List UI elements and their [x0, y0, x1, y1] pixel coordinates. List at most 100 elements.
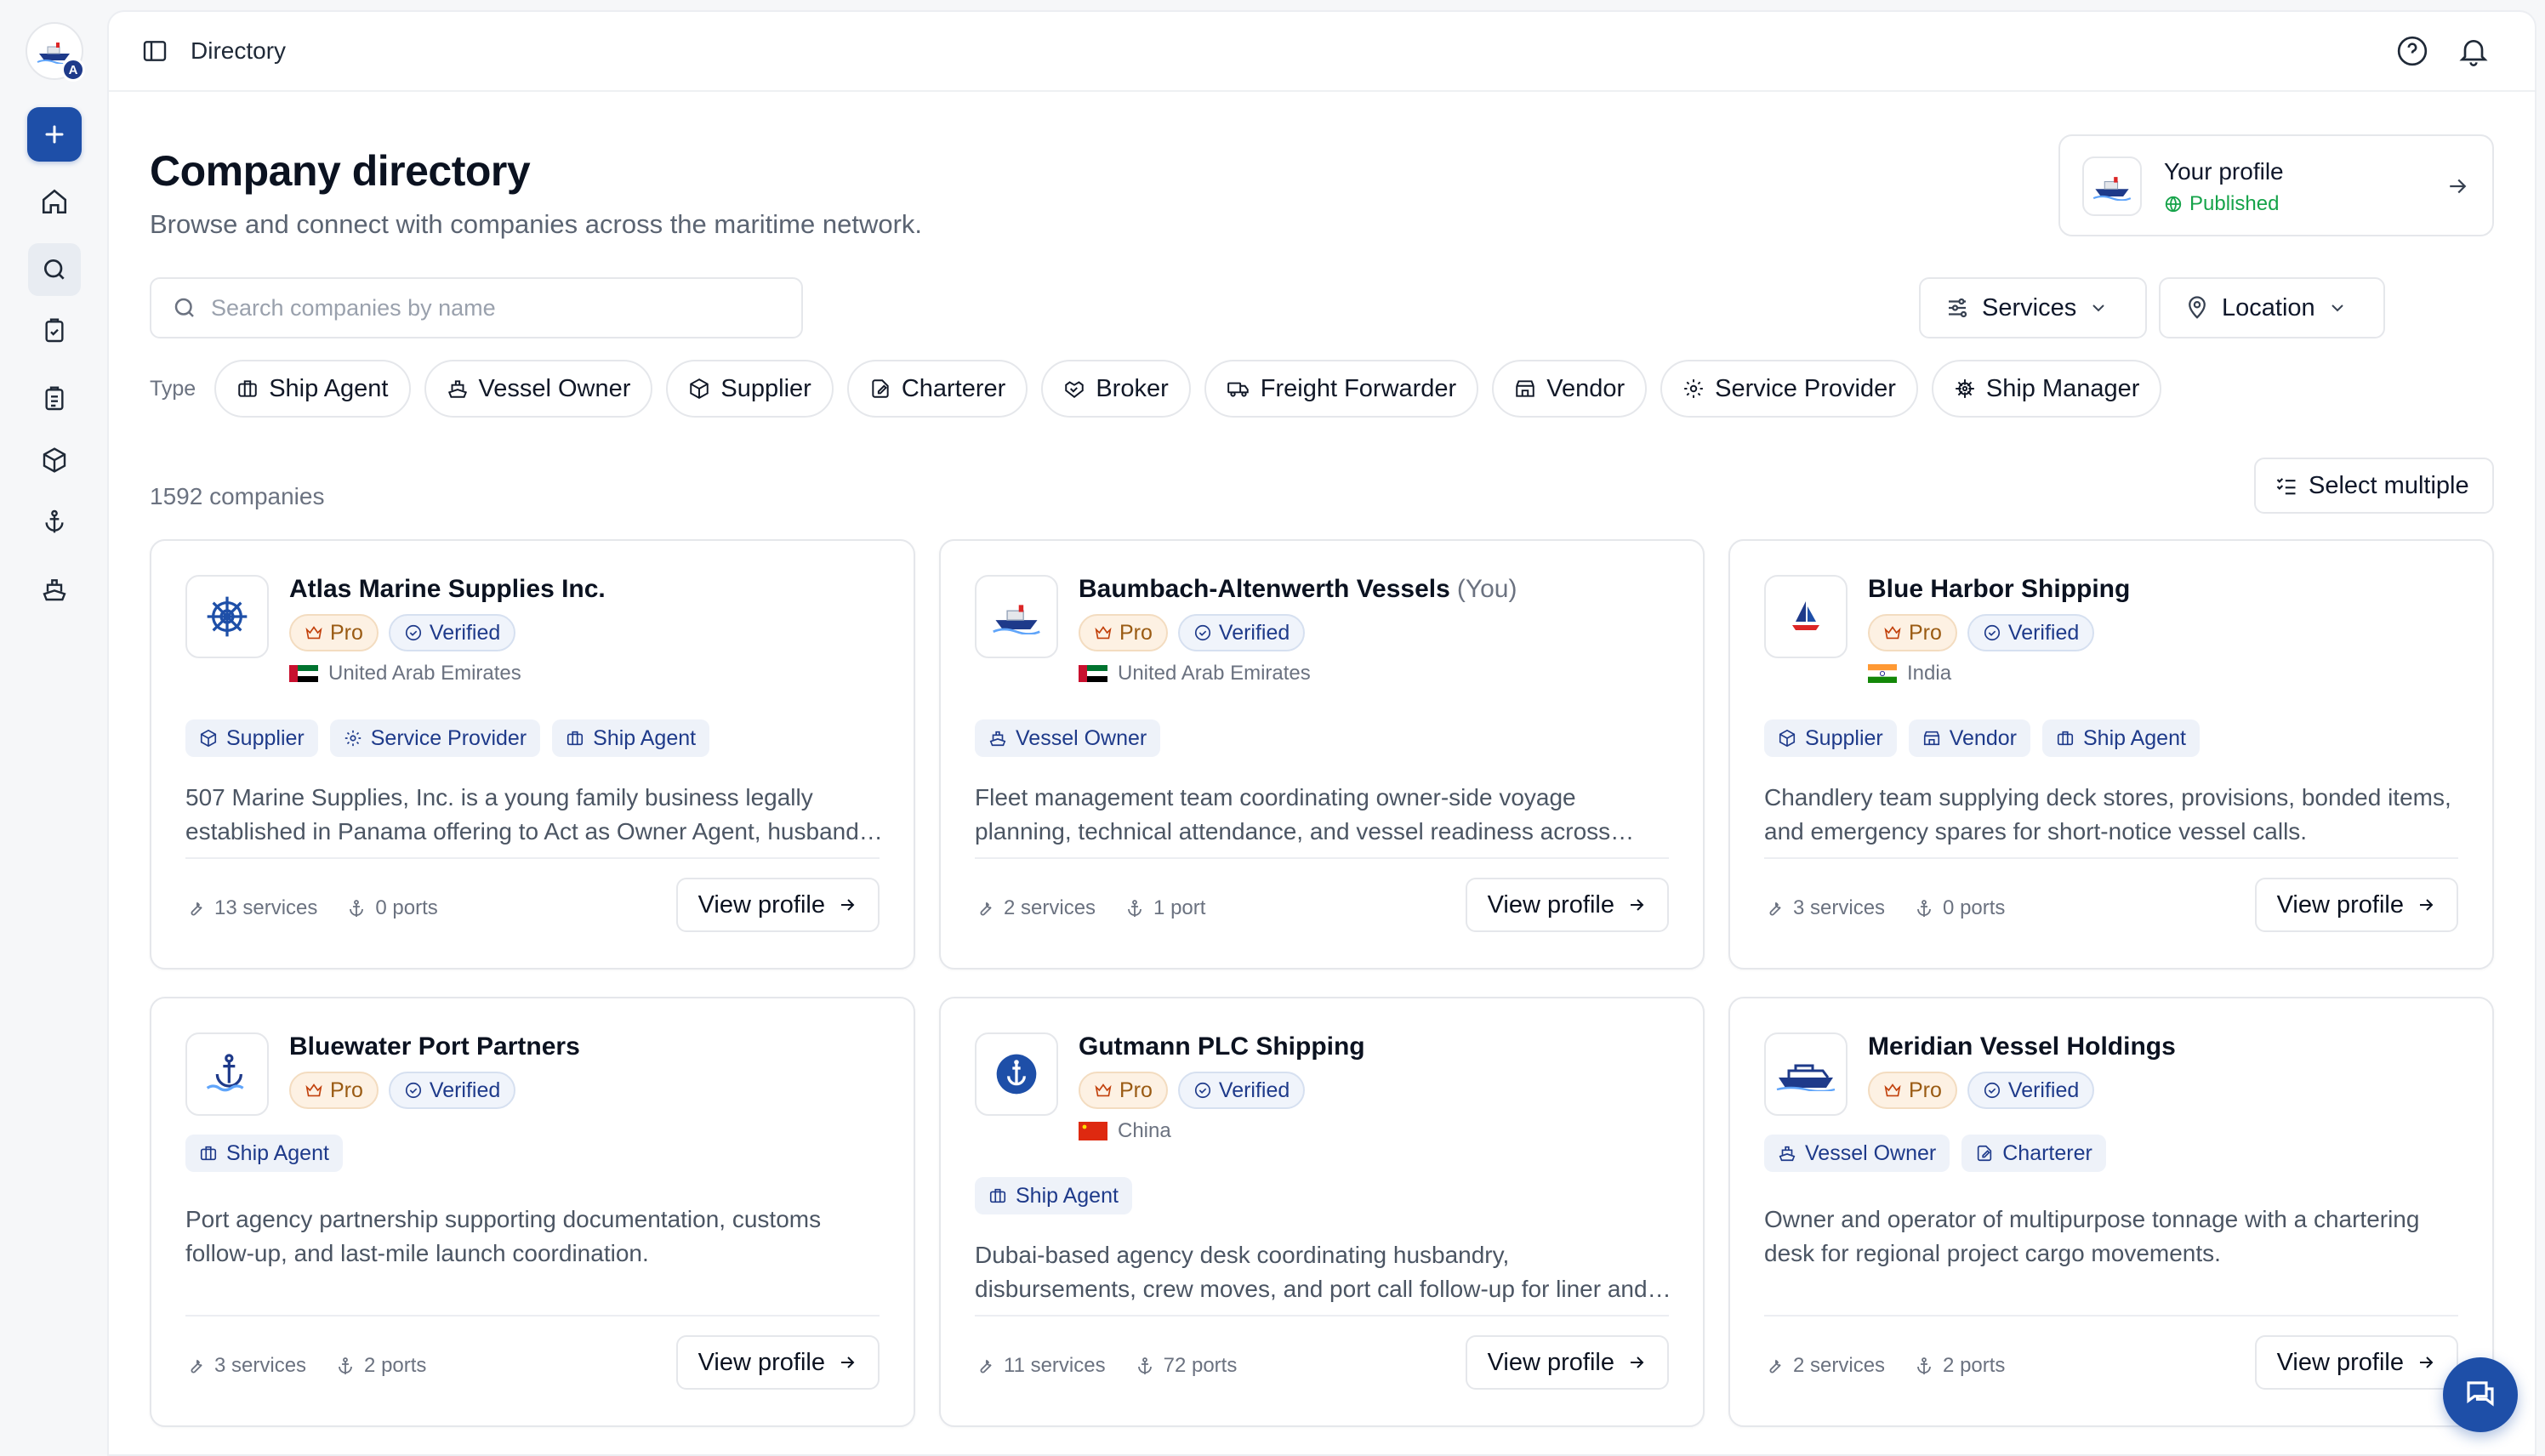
- sidebar-toggle-button[interactable]: [141, 37, 168, 65]
- card-divider: [975, 1315, 1669, 1317]
- pro-badge: Pro: [1079, 614, 1168, 651]
- select-multiple-button[interactable]: Select multiple: [2254, 458, 2494, 514]
- view-profile-button[interactable]: View profile: [2254, 878, 2458, 932]
- results-count: 1592 companies: [150, 483, 325, 509]
- ship-icon: [447, 380, 467, 398]
- company-name: Baumbach-Altenwerth Vessels (You): [1079, 575, 1517, 603]
- crown-icon: [305, 626, 322, 640]
- type-chip-label: Broker: [1096, 374, 1169, 402]
- pro-badge: Pro: [1079, 1072, 1168, 1109]
- pro-badge: Pro: [1868, 614, 1957, 651]
- verified-badge: Verified: [1967, 614, 2095, 651]
- card-divider: [185, 1315, 880, 1317]
- type-chip-supplier[interactable]: Supplier: [666, 360, 834, 418]
- nav-ports[interactable]: [28, 495, 81, 548]
- location-filter-button[interactable]: Location: [2159, 277, 2385, 338]
- company-meta: 3 services 0 ports: [1764, 896, 2005, 920]
- create-button[interactable]: [27, 107, 82, 162]
- type-chip-ship-agent[interactable]: Ship Agent: [214, 360, 411, 418]
- type-chip-ship-manager[interactable]: Ship Manager: [1931, 360, 2162, 418]
- help-circle-icon: [2397, 36, 2428, 66]
- workspace-avatar[interactable]: A: [26, 22, 85, 82]
- your-profile-card[interactable]: Your profile Published: [2058, 134, 2494, 236]
- services-count: 3 services: [185, 1354, 306, 1378]
- company-description: Port agency partnership supporting docum…: [185, 1206, 822, 1266]
- company-card[interactable]: Blue Harbor Shipping Pro Verified India …: [1728, 539, 2494, 970]
- profile-status: Published: [2164, 192, 2279, 216]
- company-card[interactable]: Gutmann PLC Shipping Pro Verified China …: [939, 997, 1705, 1427]
- view-profile-label: View profile: [697, 890, 825, 919]
- nav-products[interactable]: [28, 434, 81, 486]
- company-meta: 11 services 72 ports: [975, 1354, 1237, 1378]
- anchor-icon: [1917, 1357, 1931, 1374]
- tag-ship-agent: Ship Agent: [552, 719, 710, 757]
- globe-icon: [2165, 196, 2182, 213]
- view-profile-button[interactable]: View profile: [675, 1335, 880, 1390]
- chat-button[interactable]: [2443, 1357, 2518, 1432]
- ship-wheel-icon: [1956, 379, 1974, 398]
- type-chip-service-provider[interactable]: Service Provider: [1660, 360, 1918, 418]
- type-chip-vessel-owner[interactable]: Vessel Owner: [424, 360, 653, 418]
- company-country: United Arab Emirates: [1079, 662, 1311, 685]
- company-card[interactable]: Atlas Marine Supplies Inc. Pro Verified …: [150, 539, 915, 970]
- gear-icon: [344, 730, 361, 747]
- company-card[interactable]: Meridian Vessel Holdings Pro Verified Ve…: [1728, 997, 2494, 1427]
- tag-ship-agent: Ship Agent: [975, 1177, 1132, 1214]
- anchor-icon: [45, 509, 64, 533]
- briefcase-icon: [238, 380, 257, 397]
- ship-logo-icon: [2092, 177, 2132, 201]
- company-card[interactable]: Baumbach-Altenwerth Vessels (You) Pro Ver…: [939, 539, 1705, 970]
- nav-vessels[interactable]: [28, 563, 81, 616]
- company-card[interactable]: Bluewater Port Partners Pro Verified Shi…: [150, 997, 915, 1427]
- company-meta: 2 services 1 port: [975, 896, 1205, 920]
- view-profile-label: View profile: [2276, 890, 2404, 919]
- company-description: Chandlery team supplying deck stores, pr…: [1764, 784, 2451, 845]
- company-name: Atlas Marine Supplies Inc.: [289, 575, 606, 603]
- sliders-icon: [1949, 298, 1967, 318]
- view-profile-button[interactable]: View profile: [2254, 1335, 2458, 1390]
- card-divider: [1764, 857, 2458, 859]
- crown-icon: [1884, 626, 1901, 640]
- company-description: Dubai-based agency desk coordinating hus…: [975, 1242, 1648, 1302]
- package-icon: [690, 378, 709, 399]
- view-profile-button[interactable]: View profile: [675, 878, 880, 932]
- crown-icon: [1095, 626, 1112, 640]
- type-chip-label: Charterer: [901, 374, 1006, 402]
- help-button[interactable]: [2395, 34, 2429, 68]
- company-name: Meridian Vessel Holdings: [1868, 1032, 2176, 1061]
- services-count: 11 services: [975, 1354, 1106, 1378]
- view-profile-button[interactable]: View profile: [1465, 1335, 1669, 1390]
- company-description: 507 Marine Supplies, Inc. is a young fam…: [185, 784, 880, 845]
- truck-icon: [1227, 382, 1249, 397]
- nav-directory[interactable]: [28, 243, 81, 296]
- notifications-button[interactable]: [2457, 34, 2491, 68]
- services-count: 3 services: [1764, 896, 1885, 920]
- search-input[interactable]: [211, 294, 789, 321]
- company-name: Blue Harbor Shipping: [1868, 575, 2131, 603]
- pro-badge: Pro: [1868, 1072, 1957, 1109]
- type-chip-vendor[interactable]: Vendor: [1492, 360, 1648, 418]
- company-badges: Pro Verified: [1868, 614, 2095, 651]
- nav-tasks[interactable]: [28, 304, 81, 357]
- search-icon: [44, 259, 65, 280]
- services-filter-button[interactable]: Services: [1919, 277, 2147, 338]
- nav-home[interactable]: [28, 175, 81, 228]
- breadcrumb: Directory: [191, 37, 287, 64]
- chevron-down-icon: [2092, 304, 2104, 312]
- profile-thumbnail: [2082, 156, 2142, 216]
- services-count: 2 services: [975, 896, 1096, 920]
- company-badges: Pro Verified: [1079, 614, 1306, 651]
- type-chip-broker[interactable]: Broker: [1041, 360, 1191, 418]
- company-country: China: [1079, 1119, 1171, 1143]
- type-chip-freight-forwarder[interactable]: Freight Forwarder: [1204, 360, 1479, 418]
- verified-badge: Verified: [1177, 614, 1306, 651]
- search-box[interactable]: [150, 277, 803, 338]
- company-badges: Pro Verified: [1868, 1072, 2095, 1109]
- nav-documents[interactable]: [28, 373, 81, 425]
- type-chip-charterer[interactable]: Charterer: [846, 360, 1028, 418]
- package-icon: [1779, 729, 1796, 748]
- company-badges: Pro Verified: [289, 614, 516, 651]
- view-profile-button[interactable]: View profile: [1465, 878, 1669, 932]
- company-meta: 13 services 0 ports: [185, 896, 438, 920]
- ship-logo-icon: [993, 605, 1040, 634]
